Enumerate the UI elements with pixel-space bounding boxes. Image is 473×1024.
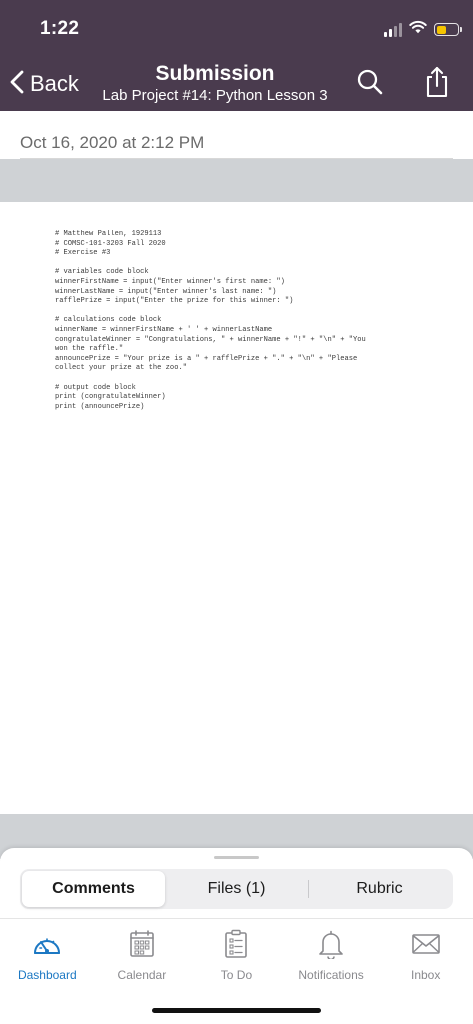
code-line: print (congratulateWinner) [55,393,166,402]
nav-header: 1:22 Back Submission Lab Project #14: Py… [0,0,473,111]
tab-inbox-label: Inbox [410,968,441,982]
tab-todo[interactable]: To Do [189,920,284,990]
status-icons [384,20,462,39]
calendar-icon [127,929,157,959]
submission-screen: 1:22 Back Submission Lab Project #14: Py… [0,0,473,1024]
code-line: # calculations code block [55,316,162,325]
code-line: congratulateWinner = "Congratulations, "… [55,335,366,344]
status-time: 1:22 [40,18,80,39]
document-page: # Matthew Pallen, 1929113 # COMSC-101-32… [0,202,473,814]
tab-notifications[interactable]: Notifications [284,920,379,990]
battery-level [436,25,446,34]
back-button[interactable]: Back [10,64,79,104]
code-line: # COMSC-101-3203 Fall 2020 [55,239,166,248]
search-icon [356,68,384,101]
tab-comments-label: Comments [52,880,135,897]
segment-divider [308,880,309,898]
submission-date-row: Oct 16, 2020 at 2:12 PM [0,111,473,159]
code-line: # Matthew Pallen, 1929113 [55,230,162,238]
tab-inbox[interactable]: Inbox [378,920,473,990]
tab-files-label: Files (1) [207,880,266,897]
tab-rubric[interactable]: Rubric [308,871,451,907]
back-label: Back [30,71,79,96]
tab-notifications-label: Notifications [298,968,364,982]
document-viewer[interactable]: # Matthew Pallen, 1929113 # COMSC-101-32… [0,159,473,859]
code-line: winnerLastName = input("Enter winner's l… [55,287,277,296]
code-line: winnerFirstName = input("Enter winner's … [55,277,285,286]
code-line: rafflePrize = input("Enter the prize for… [55,297,294,306]
battery-icon [434,23,462,36]
tab-comments[interactable]: Comments [22,871,165,907]
todo-icon [221,929,251,959]
page-subtitle: Lab Project #14: Python Lesson 3 [102,87,328,104]
bell-icon [316,929,346,959]
page-title: Submission [155,62,275,85]
code-line: won the raffle." [55,345,124,354]
tab-todo-label: To Do [220,968,253,982]
wifi-icon [409,20,427,39]
home-indicator[interactable] [152,1008,321,1013]
cellular-signal-icon [384,22,402,37]
divider [0,918,473,919]
code-line: print (announcePrize) [55,402,145,411]
code-line: # variables code block [55,268,149,277]
sheet-grabber[interactable] [214,856,259,859]
code-text: # Matthew Pallen, 1929113 # COMSC-101-32… [55,230,430,412]
search-button[interactable] [354,66,386,102]
code-line: winnerName = winnerFirstName + ' ' + win… [55,325,273,334]
tab-calendar-label: Calendar [117,968,167,982]
chevron-left-icon [10,70,24,99]
share-icon [424,66,450,103]
share-button[interactable] [421,66,453,102]
tab-calendar[interactable]: Calendar [95,920,190,990]
code-line: collect your prize at the zoo." [55,364,187,373]
tab-bar: Dashboard Calendar To Do Notifications I… [0,920,473,990]
code-line: announcePrize = "Your prize is a " + raf… [55,354,358,363]
inbox-icon [411,929,441,959]
tab-rubric-label: Rubric [356,880,403,897]
dashboard-icon [32,929,62,959]
tab-files[interactable]: Files (1) [165,871,308,907]
segmented-control: Comments Files (1) Rubric [20,869,453,909]
submission-date: Oct 16, 2020 at 2:12 PM [20,133,205,152]
tab-dashboard-label: Dashboard [17,968,77,982]
code-line: # output code block [55,383,136,392]
nav-title-block: Submission Lab Project #14: Python Lesso… [90,62,340,105]
code-line: # Exercise #3 [55,249,111,258]
tab-dashboard[interactable]: Dashboard [0,920,95,990]
